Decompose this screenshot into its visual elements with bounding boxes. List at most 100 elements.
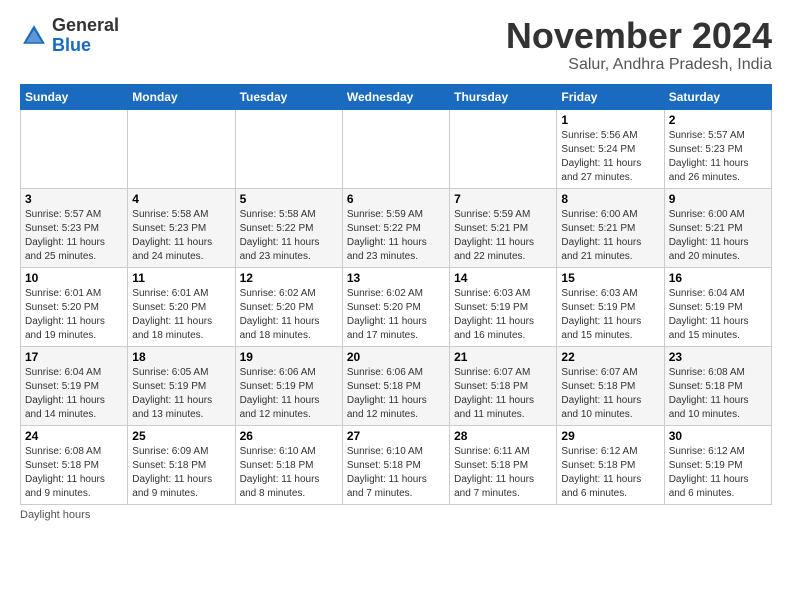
day-info: Sunrise: 6:03 AM Sunset: 5:19 PM Dayligh… (454, 287, 552, 343)
day-info: Sunrise: 6:08 AM Sunset: 5:18 PM Dayligh… (669, 366, 767, 422)
logo-blue-text: Blue (52, 36, 119, 56)
calendar-cell: 15 Sunrise: 6:03 AM Sunset: 5:19 PM Dayli… (557, 267, 664, 346)
day-info: Sunrise: 6:01 AM Sunset: 5:20 PM Dayligh… (132, 287, 230, 343)
month-title: November 2024 (506, 16, 772, 56)
day-info: Sunrise: 6:02 AM Sunset: 5:20 PM Dayligh… (347, 287, 445, 343)
day-number: 5 (240, 192, 338, 206)
calendar-cell (342, 109, 449, 188)
day-info: Sunrise: 5:57 AM Sunset: 5:23 PM Dayligh… (669, 129, 767, 185)
calendar-cell: 11 Sunrise: 6:01 AM Sunset: 5:20 PM Dayli… (128, 267, 235, 346)
calendar-header-friday: Friday (557, 84, 664, 109)
calendar-cell (21, 109, 128, 188)
day-info: Sunrise: 6:02 AM Sunset: 5:20 PM Dayligh… (240, 287, 338, 343)
day-number: 15 (561, 271, 659, 285)
calendar-cell: 20 Sunrise: 6:06 AM Sunset: 5:18 PM Dayli… (342, 346, 449, 425)
day-number: 23 (669, 350, 767, 364)
calendar-header-saturday: Saturday (664, 84, 771, 109)
calendar-cell (235, 109, 342, 188)
calendar-cell: 7 Sunrise: 5:59 AM Sunset: 5:21 PM Daylig… (450, 188, 557, 267)
day-number: 17 (25, 350, 123, 364)
header: General Blue November 2024 Salur, Andhra… (20, 16, 772, 74)
day-number: 27 (347, 429, 445, 443)
day-info: Sunrise: 6:03 AM Sunset: 5:19 PM Dayligh… (561, 287, 659, 343)
calendar-cell: 19Sunrise: 6:06 AM Sunset: 5:19 PM Dayli… (235, 346, 342, 425)
calendar-cell: 9Sunrise: 6:00 AM Sunset: 5:21 PM Daylig… (664, 188, 771, 267)
calendar-header-thursday: Thursday (450, 84, 557, 109)
calendar-cell: 18 Sunrise: 6:05 AM Sunset: 5:19 PM Dayli… (128, 346, 235, 425)
day-number: 9 (669, 192, 767, 206)
calendar-cell: 28 Sunrise: 6:11 AM Sunset: 5:18 PM Dayli… (450, 425, 557, 504)
day-number: 26 (240, 429, 338, 443)
calendar-cell: 3 Sunrise: 5:57 AM Sunset: 5:23 PM Daylig… (21, 188, 128, 267)
day-info: Sunrise: 6:11 AM Sunset: 5:18 PM Dayligh… (454, 445, 552, 501)
calendar-week-1: 3 Sunrise: 5:57 AM Sunset: 5:23 PM Daylig… (21, 188, 772, 267)
calendar-cell: 24Sunrise: 6:08 AM Sunset: 5:18 PM Dayli… (21, 425, 128, 504)
day-number: 29 (561, 429, 659, 443)
day-info: Sunrise: 6:06 AM Sunset: 5:19 PM Dayligh… (240, 366, 338, 422)
day-info: Sunrise: 6:12 AM Sunset: 5:18 PM Dayligh… (561, 445, 659, 501)
day-info: Sunrise: 6:10 AM Sunset: 5:18 PM Dayligh… (240, 445, 338, 501)
logo-text: General Blue (52, 16, 119, 56)
calendar-cell (450, 109, 557, 188)
day-number: 8 (561, 192, 659, 206)
day-number: 24 (25, 429, 123, 443)
calendar-cell: 5 Sunrise: 5:58 AM Sunset: 5:22 PM Daylig… (235, 188, 342, 267)
day-number: 20 (347, 350, 445, 364)
day-number: 22 (561, 350, 659, 364)
day-info: Sunrise: 5:59 AM Sunset: 5:22 PM Dayligh… (347, 208, 445, 264)
calendar-cell: 25Sunrise: 6:09 AM Sunset: 5:18 PM Dayli… (128, 425, 235, 504)
calendar-week-4: 24Sunrise: 6:08 AM Sunset: 5:18 PM Dayli… (21, 425, 772, 504)
day-info: Sunrise: 6:07 AM Sunset: 5:18 PM Dayligh… (561, 366, 659, 422)
day-info: Sunrise: 5:59 AM Sunset: 5:21 PM Dayligh… (454, 208, 552, 264)
day-info: Sunrise: 6:00 AM Sunset: 5:21 PM Dayligh… (561, 208, 659, 264)
daylight-note: Daylight hours (20, 509, 90, 521)
logo: General Blue (20, 16, 119, 56)
calendar-cell: 4 Sunrise: 5:58 AM Sunset: 5:23 PM Daylig… (128, 188, 235, 267)
day-info: Sunrise: 6:06 AM Sunset: 5:18 PM Dayligh… (347, 366, 445, 422)
calendar-cell: 12 Sunrise: 6:02 AM Sunset: 5:20 PM Dayli… (235, 267, 342, 346)
calendar-week-3: 17 Sunrise: 6:04 AM Sunset: 5:19 PM Dayli… (21, 346, 772, 425)
calendar-cell: 8 Sunrise: 6:00 AM Sunset: 5:21 PM Daylig… (557, 188, 664, 267)
calendar-header-row: SundayMondayTuesdayWednesdayThursdayFrid… (21, 84, 772, 109)
title-block: November 2024 Salur, Andhra Pradesh, Ind… (506, 16, 772, 74)
day-number: 12 (240, 271, 338, 285)
day-info: Sunrise: 6:07 AM Sunset: 5:18 PM Dayligh… (454, 366, 552, 422)
day-number: 6 (347, 192, 445, 206)
day-info: Sunrise: 5:58 AM Sunset: 5:22 PM Dayligh… (240, 208, 338, 264)
calendar-header-wednesday: Wednesday (342, 84, 449, 109)
day-number: 3 (25, 192, 123, 206)
calendar-cell: 10Sunrise: 6:01 AM Sunset: 5:20 PM Dayli… (21, 267, 128, 346)
footer-note: Daylight hours (20, 509, 772, 521)
calendar-cell (128, 109, 235, 188)
day-number: 11 (132, 271, 230, 285)
calendar-header-monday: Monday (128, 84, 235, 109)
day-number: 18 (132, 350, 230, 364)
day-number: 25 (132, 429, 230, 443)
calendar-cell: 16Sunrise: 6:04 AM Sunset: 5:19 PM Dayli… (664, 267, 771, 346)
day-number: 14 (454, 271, 552, 285)
day-number: 4 (132, 192, 230, 206)
calendar-cell: 22 Sunrise: 6:07 AM Sunset: 5:18 PM Dayli… (557, 346, 664, 425)
day-info: Sunrise: 6:04 AM Sunset: 5:19 PM Dayligh… (25, 366, 123, 422)
calendar-cell: 23 Sunrise: 6:08 AM Sunset: 5:18 PM Dayli… (664, 346, 771, 425)
day-number: 2 (669, 113, 767, 127)
day-info: Sunrise: 5:57 AM Sunset: 5:23 PM Dayligh… (25, 208, 123, 264)
calendar-week-0: 1Sunrise: 5:56 AM Sunset: 5:24 PM Daylig… (21, 109, 772, 188)
day-info: Sunrise: 6:04 AM Sunset: 5:19 PM Dayligh… (669, 287, 767, 343)
calendar-table: SundayMondayTuesdayWednesdayThursdayFrid… (20, 84, 772, 505)
day-number: 30 (669, 429, 767, 443)
day-number: 21 (454, 350, 552, 364)
day-info: Sunrise: 6:05 AM Sunset: 5:19 PM Dayligh… (132, 366, 230, 422)
calendar-cell: 21 Sunrise: 6:07 AM Sunset: 5:18 PM Dayli… (450, 346, 557, 425)
day-number: 7 (454, 192, 552, 206)
calendar-cell: 26 Sunrise: 6:10 AM Sunset: 5:18 PM Dayli… (235, 425, 342, 504)
calendar-cell: 17 Sunrise: 6:04 AM Sunset: 5:19 PM Dayli… (21, 346, 128, 425)
day-number: 28 (454, 429, 552, 443)
day-info: Sunrise: 5:58 AM Sunset: 5:23 PM Dayligh… (132, 208, 230, 264)
page-container: General Blue November 2024 Salur, Andhra… (0, 0, 792, 531)
day-info: Sunrise: 6:12 AM Sunset: 5:19 PM Dayligh… (669, 445, 767, 501)
calendar-cell: 29 Sunrise: 6:12 AM Sunset: 5:18 PM Dayli… (557, 425, 664, 504)
location-subtitle: Salur, Andhra Pradesh, India (506, 56, 772, 74)
day-number: 13 (347, 271, 445, 285)
calendar-cell: 6 Sunrise: 5:59 AM Sunset: 5:22 PM Daylig… (342, 188, 449, 267)
